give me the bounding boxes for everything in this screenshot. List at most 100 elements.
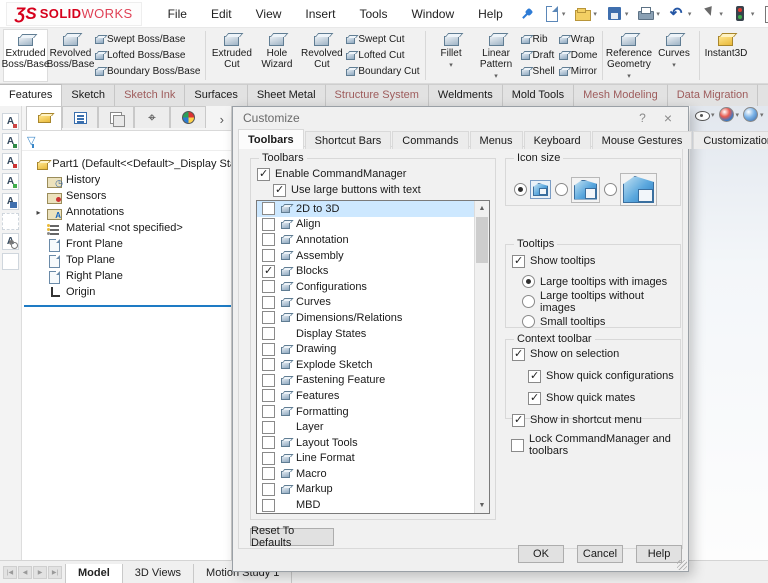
command-tab[interactable]: Surfaces xyxy=(185,84,247,106)
toolbar-list-item[interactable]: Configurations xyxy=(257,279,474,295)
tree-item[interactable]: Sensors xyxy=(24,188,231,204)
ribbon-button[interactable]: Extruded Cut▾ xyxy=(209,29,254,82)
dropdown-caret-icon[interactable]: ▾ xyxy=(760,111,764,119)
note-export-icon[interactable]: A xyxy=(2,153,19,170)
edit-appearance-icon[interactable]: ▾ xyxy=(719,107,742,122)
tree-item[interactable]: History xyxy=(24,172,231,188)
menu-item[interactable]: Tools xyxy=(347,1,399,27)
menu-item[interactable]: Insert xyxy=(293,1,347,27)
dialog-tab[interactable]: Toolbars xyxy=(238,129,304,149)
menu-item[interactable]: View xyxy=(244,1,294,27)
large-buttons-checkbox[interactable]: Use large buttons with text xyxy=(273,182,495,198)
command-tab[interactable]: Sheet Metal xyxy=(248,84,326,106)
enable-commandmanager-checkbox[interactable]: Enable CommandManager xyxy=(257,166,495,182)
dropdown-caret-icon[interactable]: ▾ xyxy=(625,10,629,18)
checkbox-icon[interactable] xyxy=(512,348,525,361)
show-tooltips-checkbox[interactable]: Show tooltips xyxy=(512,253,680,269)
view-tab[interactable]: Model xyxy=(65,564,123,583)
checkbox-icon[interactable] xyxy=(262,405,275,418)
displaymanager-tab-icon[interactable] xyxy=(170,106,206,128)
cancel-button[interactable]: Cancel xyxy=(577,545,623,563)
toolbar-list-item[interactable]: Curves xyxy=(257,295,474,311)
toolbar-list-item[interactable]: 2D to 3D xyxy=(257,201,474,217)
ribbon-button[interactable]: Extruded Boss/Base▾ xyxy=(3,29,48,82)
checkbox-icon[interactable] xyxy=(262,265,275,278)
radio-icon[interactable] xyxy=(522,275,535,288)
checkbox-icon[interactable] xyxy=(262,280,275,293)
context-option-checkbox[interactable]: Show in shortcut menu xyxy=(512,412,680,428)
undo-icon[interactable]: ▾ xyxy=(667,3,698,24)
checkbox-icon[interactable] xyxy=(512,414,525,427)
ribbon-button[interactable]: Boundary Boss/Base xyxy=(95,64,200,80)
ribbon-button[interactable]: Hole Wizard▾ xyxy=(254,29,299,82)
checkbox-icon[interactable] xyxy=(262,452,275,465)
open-icon[interactable]: ▾ xyxy=(572,3,603,24)
checkbox-icon[interactable] xyxy=(273,184,286,197)
checkbox-icon[interactable] xyxy=(262,499,275,512)
checkbox-icon[interactable] xyxy=(262,483,275,496)
next-page-icon[interactable]: ▶ xyxy=(33,566,47,579)
toolbar-list-item[interactable]: Display States xyxy=(257,326,474,342)
dropdown-caret-icon[interactable]: ▾ xyxy=(688,10,692,18)
toolbar-list-item[interactable]: Annotation xyxy=(257,232,474,248)
first-page-icon[interactable]: |◀ xyxy=(3,566,17,579)
file-properties-icon[interactable]: ▾ xyxy=(761,3,768,24)
resize-grip[interactable] xyxy=(677,560,687,570)
help-button[interactable]: Help xyxy=(636,545,682,563)
dialog-tab[interactable]: Keyboard xyxy=(524,131,591,149)
ribbon-button[interactable]: Lofted Boss/Base xyxy=(95,48,200,64)
command-tab[interactable]: Data Migration xyxy=(668,84,759,106)
dialog-tab[interactable]: Mouse Gestures xyxy=(592,131,693,149)
expand-arrow-icon[interactable] xyxy=(34,208,43,217)
menu-item[interactable]: Edit xyxy=(199,1,244,27)
ribbon-button[interactable]: Instant3D▾ xyxy=(703,29,748,82)
toolbar-list-item[interactable]: Assembly xyxy=(257,248,474,264)
tree-item[interactable]: Material <not specified> xyxy=(24,220,231,236)
toolbar-list-item[interactable]: Fastening Feature xyxy=(257,373,474,389)
checkbox-icon[interactable] xyxy=(262,358,275,371)
dropdown-caret-icon[interactable]: ▾ xyxy=(736,111,740,119)
ribbon-button[interactable]: Dome xyxy=(559,48,598,64)
checkbox-icon[interactable] xyxy=(528,370,541,383)
dialog-tab[interactable]: Commands xyxy=(392,131,468,149)
ribbon-button[interactable]: Revolved Cut▾ xyxy=(299,29,344,82)
configurationmanager-tab-icon[interactable] xyxy=(98,106,134,128)
dropdown-caret-icon[interactable]: ▾ xyxy=(562,10,566,18)
tree-item[interactable]: Annotations xyxy=(24,204,231,220)
checkbox-icon[interactable] xyxy=(511,439,524,452)
ribbon-button[interactable]: Fillet▾ xyxy=(429,29,474,82)
tree-item[interactable]: Right Plane xyxy=(24,268,231,284)
scrollbar-thumb[interactable] xyxy=(476,217,488,263)
tree-root-item[interactable]: Part1 (Default<<Default>_Display State 1… xyxy=(24,156,231,172)
reset-to-defaults-button[interactable]: Reset To Defaults xyxy=(250,528,334,546)
dialog-tab[interactable]: Customization xyxy=(693,131,768,149)
dimxpertmanager-tab-icon[interactable] xyxy=(134,106,170,128)
context-option-checkbox[interactable]: Show on selection xyxy=(512,346,680,362)
tree-filter[interactable]: ▽ xyxy=(22,131,231,151)
tree-item[interactable]: Top Plane xyxy=(24,252,231,268)
checkbox-icon[interactable] xyxy=(262,343,275,356)
scrollbar[interactable]: ▲ ▼ xyxy=(474,201,489,513)
ribbon-button[interactable]: Linear Pattern▾ xyxy=(474,29,519,82)
prev-page-icon[interactable]: ◀ xyxy=(18,566,32,579)
ribbon-button[interactable]: Mirror xyxy=(559,64,598,80)
menu-item[interactable]: File xyxy=(156,1,199,27)
save-icon[interactable]: ▾ xyxy=(604,3,635,24)
radio-icon[interactable] xyxy=(522,295,535,308)
ribbon-button[interactable]: Swept Cut xyxy=(346,32,419,48)
view-tab[interactable]: 3D Views xyxy=(123,564,194,583)
dropdown-caret-icon[interactable]: ▾ xyxy=(711,111,715,119)
flyout-expand-icon[interactable]: › xyxy=(220,112,231,130)
toolbar-list-item[interactable]: Line Format xyxy=(257,451,474,467)
note-edit-icon[interactable]: A xyxy=(2,133,19,150)
dialog-tab[interactable]: Shortcut Bars xyxy=(305,131,392,149)
context-option-checkbox[interactable]: Show quick mates xyxy=(528,390,680,406)
radio-icon[interactable] xyxy=(514,183,527,196)
menu-item[interactable]: Help xyxy=(466,1,515,27)
dropdown-caret-icon[interactable]: ▾ xyxy=(719,10,723,18)
context-option-checkbox[interactable]: Show quick configurations xyxy=(528,368,680,384)
note-status-icon[interactable]: A xyxy=(2,193,19,210)
toolbar-list-item[interactable]: Formatting xyxy=(257,404,474,420)
checkbox-icon[interactable] xyxy=(262,467,275,480)
dialog-tab[interactable]: Menus xyxy=(470,131,523,149)
